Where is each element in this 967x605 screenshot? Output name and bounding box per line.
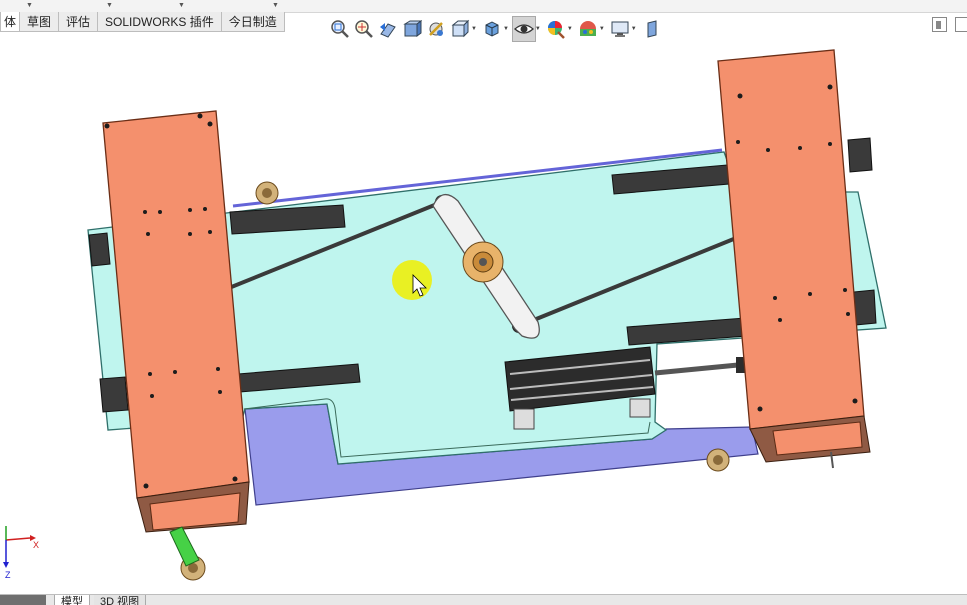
zoom-to-area-button[interactable] [352, 16, 376, 42]
dropdown-arrow-icon[interactable]: ▼ [26, 2, 33, 9]
green-handle[interactable] [169, 526, 200, 567]
tab-features[interactable]: 体 [0, 12, 21, 32]
collapse-panel-icon[interactable] [955, 17, 967, 32]
section-view-button[interactable] [400, 16, 424, 42]
previous-view-button[interactable] [376, 16, 400, 42]
triad-z-label: Z [5, 570, 11, 580]
dropdown-arrow-icon[interactable]: ▼ [106, 2, 113, 9]
graphics-area[interactable] [0, 44, 967, 594]
assembly-model[interactable] [0, 44, 967, 594]
zoom-to-area-icon [355, 20, 373, 38]
axis-triad-icon: X Z [3, 526, 39, 580]
dropdown-arrow-icon[interactable]: ▼ [272, 2, 279, 9]
cursor-highlight [392, 260, 432, 300]
bottom-tab-bar: 模型 3D 视图 [0, 594, 967, 605]
apply-scene-icon [579, 21, 596, 36]
tab-solidworks-addins[interactable]: SOLIDWORKS 插件 [97, 12, 222, 32]
tab-evaluate[interactable]: 评估 [58, 12, 99, 32]
previous-view-icon [380, 23, 396, 38]
dynamic-annotation-button[interactable] [424, 16, 448, 42]
tab-today-manufacture[interactable]: 今日制造 [220, 12, 285, 32]
hide-show-items-button[interactable] [511, 16, 536, 42]
display-style-button[interactable] [480, 16, 504, 42]
apply-scene-button[interactable] [576, 16, 600, 42]
display-style-icon [485, 21, 499, 37]
triad-x-label: X [33, 540, 39, 550]
command-manager-tabs: 体 草图 评估 SOLIDWORKS 插件 今日制造 [0, 12, 285, 33]
edit-appearance-icon [547, 21, 565, 39]
view-settings-button[interactable] [608, 16, 632, 42]
zoom-to-fit-icon [331, 20, 349, 38]
reference-triad: X Z [0, 520, 44, 580]
heads-up-view-toolbar: ▼ ▼ ▼ ▼ ▼ ▼ [328, 14, 664, 44]
zoom-to-fit-button[interactable] [328, 16, 352, 42]
panel-icon [647, 20, 657, 38]
edit-appearance-button[interactable] [544, 16, 568, 42]
monitor-icon [611, 21, 629, 37]
right-slide-block [717, 49, 871, 463]
view-orientation-button[interactable] [448, 16, 472, 42]
eye-icon [513, 24, 534, 34]
dynamic-annotation-icon [429, 22, 443, 36]
tab-sketch[interactable]: 草图 [19, 12, 60, 32]
section-view-icon [403, 20, 422, 37]
left-slide-block [102, 110, 250, 533]
task-pane-button[interactable] [640, 16, 664, 42]
dropdown-arrow-icon[interactable]: ▼ [178, 2, 185, 9]
restore-window-icon[interactable] [932, 17, 947, 32]
view-orientation-icon [451, 19, 470, 38]
